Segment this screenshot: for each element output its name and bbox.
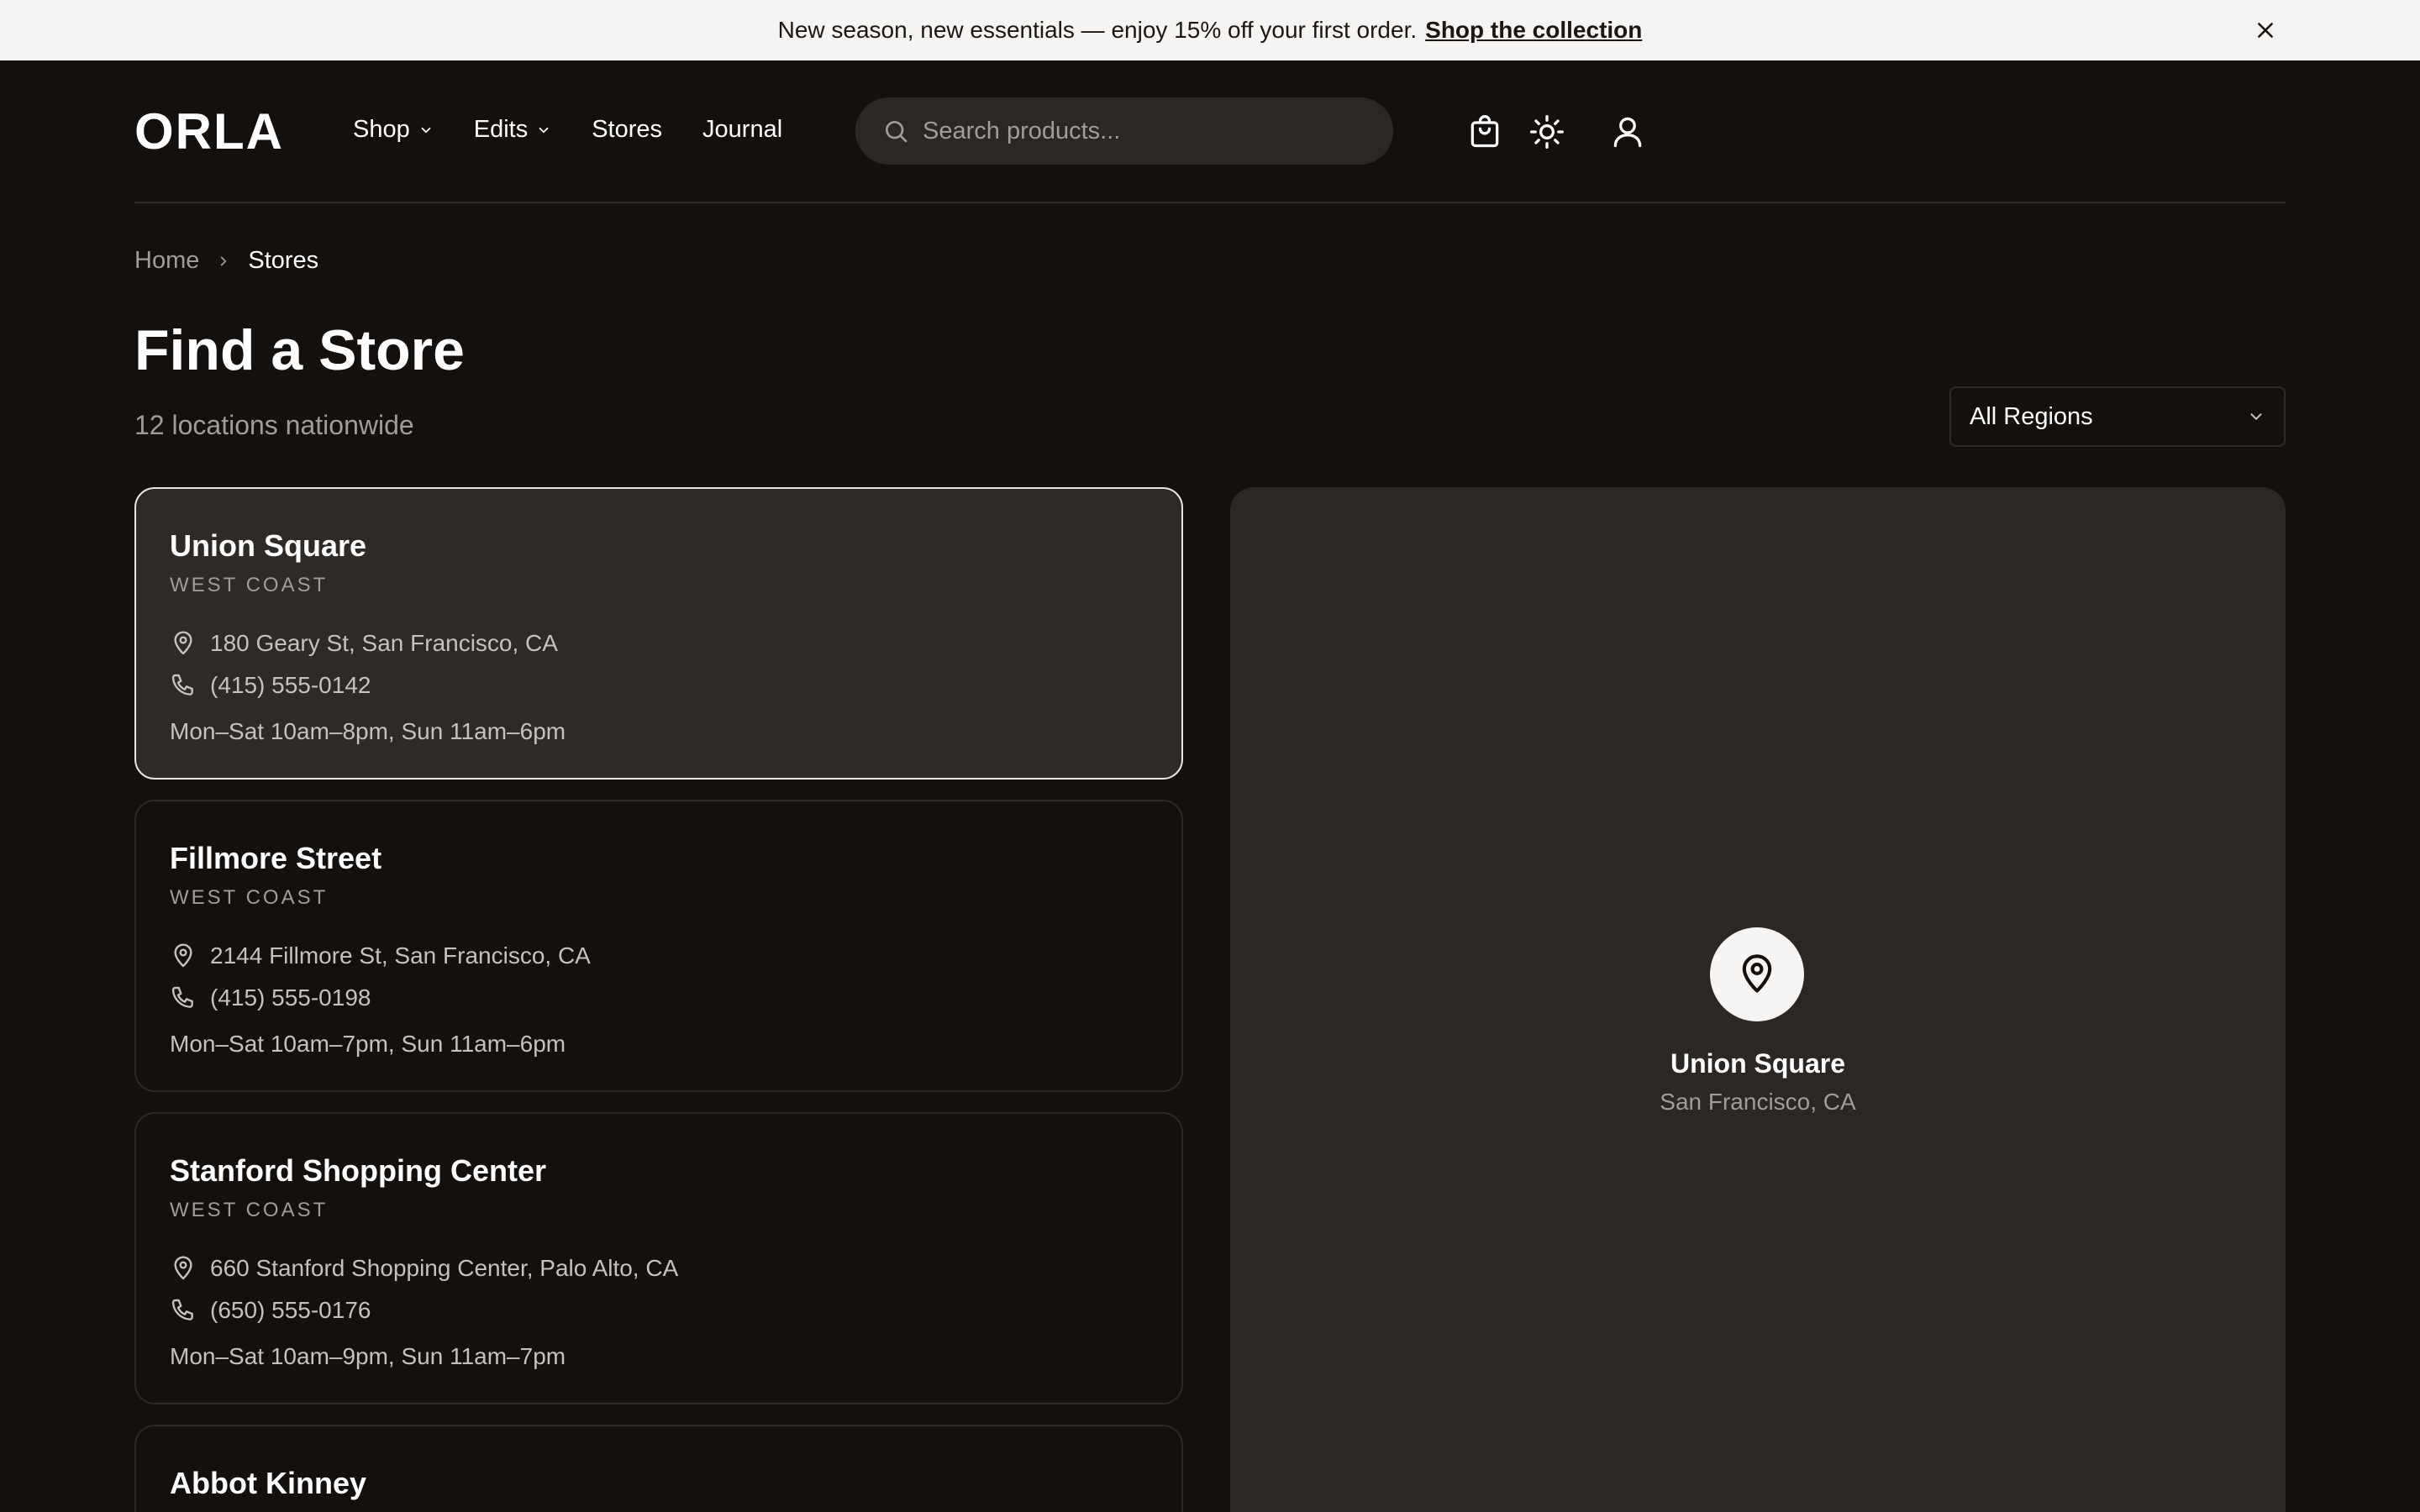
store-address: 2144 Fillmore St, San Francisco, CA [210, 942, 591, 969]
nav-item-edits[interactable]: Edits [474, 116, 551, 144]
page-title: Find a Store [134, 318, 465, 382]
store-card[interactable]: Union Square WEST COAST 180 Geary St, Sa… [134, 487, 1183, 780]
breadcrumb-current: Stores [248, 247, 319, 274]
nav-item-label: Stores [592, 116, 663, 143]
theme-toggle-button[interactable] [1528, 113, 1566, 151]
store-phone: (415) 555-0142 [210, 672, 371, 698]
phone-icon [171, 986, 193, 1008]
map-pin-icon [174, 1256, 192, 1280]
store-region: WEST COAST [170, 886, 329, 909]
map-store-city: San Francisco, CA [1660, 1089, 1856, 1115]
main-nav: Shop Edits Stores Journal [353, 116, 823, 144]
store-phone: (415) 555-0198 [210, 984, 371, 1011]
map-pin-icon [174, 943, 192, 968]
nav-item-label: Journal [702, 116, 783, 143]
map-marker[interactable] [1710, 927, 1804, 1021]
nav-item-label: Shop [353, 116, 410, 143]
chevron-down-icon [421, 127, 431, 133]
location-count: 12 locations nationwide [134, 410, 414, 440]
nav-item-label: Edits [473, 116, 529, 143]
store-address-row: 2144 Fillmore St, San Francisco, CA [170, 942, 1148, 969]
store-address: 660 Stanford Shopping Center, Palo Alto,… [210, 1255, 679, 1281]
region-select-value: All Regions [1970, 402, 2093, 430]
breadcrumb-home[interactable]: Home [134, 247, 199, 275]
store-card[interactable]: Fillmore Street WEST COAST 2144 Fillmore… [134, 800, 1183, 1092]
region-select[interactable]: All Regions [1949, 386, 2286, 447]
store-name: Fillmore Street [170, 841, 382, 875]
chevron-down-icon [539, 127, 549, 133]
store-hours: Mon–Sat 10am–8pm, Sun 11am–6pm [170, 718, 566, 744]
store-hours: Mon–Sat 10am–9pm, Sun 11am–7pm [170, 1343, 566, 1369]
breadcrumb: Home Stores [134, 247, 318, 275]
store-card[interactable]: Stanford Shopping Center WEST COAST 660 … [134, 1112, 1183, 1404]
store-hours: Mon–Sat 10am–7pm, Sun 11am–6pm [170, 1031, 566, 1057]
store-card[interactable]: Abbot Kinney [134, 1425, 1183, 1512]
store-address-row: 180 Geary St, San Francisco, CA [170, 630, 1148, 657]
map-pin-icon [174, 631, 192, 655]
user-icon [1613, 117, 1642, 148]
cart-button[interactable] [1465, 113, 1504, 151]
close-icon [2258, 23, 2273, 38]
close-announcement-button[interactable] [2252, 17, 2279, 44]
nav-item-journal[interactable]: Journal [702, 116, 782, 144]
store-map[interactable]: Union Square San Francisco, CA [1230, 487, 2286, 1512]
store-name: Union Square [170, 528, 367, 563]
map-store-name: Union Square [1670, 1048, 1845, 1079]
store-address-row: 660 Stanford Shopping Center, Palo Alto,… [170, 1255, 1148, 1282]
shop-collection-link[interactable]: Shop the collection [1425, 17, 1642, 44]
store-region: WEST COAST [170, 1199, 329, 1221]
search-icon [886, 121, 908, 143]
shopping-bag-icon [1470, 115, 1499, 148]
chevron-right-icon [216, 254, 231, 269]
nav-item-stores[interactable]: Stores [592, 116, 662, 144]
phone-icon [171, 674, 193, 696]
chevron-down-icon [2250, 413, 2262, 420]
store-phone-row: (415) 555-0198 [170, 984, 1148, 1011]
logo[interactable]: ORLA [134, 102, 284, 160]
store-name: Abbot Kinney [170, 1466, 366, 1500]
site-header: ORLA Shop Edits Stores Journal [0, 60, 2420, 203]
sun-icon [1530, 115, 1564, 149]
search-bar[interactable] [855, 97, 1393, 165]
store-region: WEST COAST [170, 574, 329, 596]
announcement-bar: New season, new essentials — enjoy 15% o… [0, 0, 2420, 60]
map-pin-icon [1742, 954, 1772, 993]
store-address: 180 Geary St, San Francisco, CA [210, 630, 558, 656]
store-name: Stanford Shopping Center [170, 1153, 546, 1188]
store-phone-row: (650) 555-0176 [170, 1297, 1148, 1324]
store-phone: (650) 555-0176 [210, 1297, 371, 1323]
search-input[interactable] [923, 117, 1376, 145]
phone-icon [171, 1299, 193, 1320]
announcement-message: New season, new essentials — enjoy 15% o… [777, 17, 1418, 43]
header-divider [134, 202, 2286, 203]
store-phone-row: (415) 555-0142 [170, 672, 1148, 699]
account-button[interactable] [1608, 113, 1647, 151]
nav-item-shop[interactable]: Shop [353, 116, 434, 144]
